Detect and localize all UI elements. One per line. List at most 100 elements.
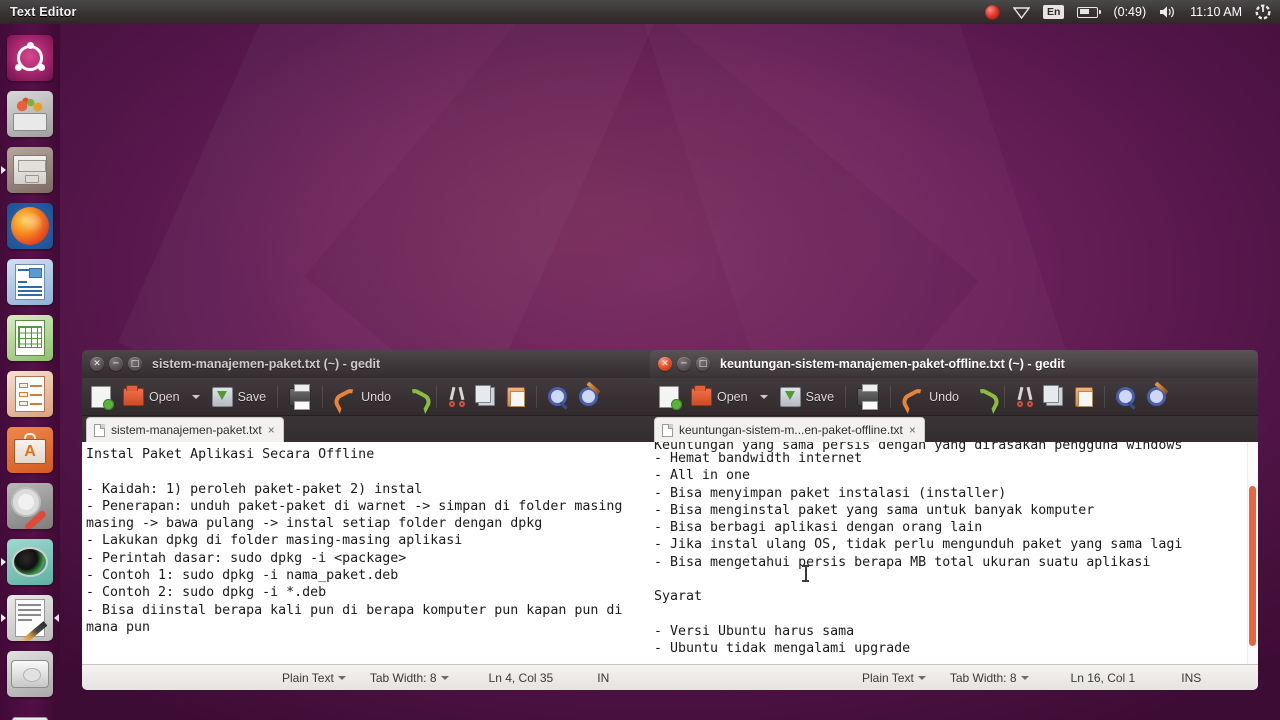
vertical-scrollbar-thumb[interactable]	[1249, 486, 1256, 646]
close-icon[interactable]: ✕	[90, 357, 104, 371]
find-replace-icon	[578, 387, 598, 406]
volume-icon[interactable]	[1157, 0, 1179, 24]
chevron-down-icon	[337, 675, 346, 680]
find-replace-button[interactable]	[1142, 381, 1171, 413]
window-right-toolbar: Open Save Undo	[650, 378, 1258, 416]
toolbar-separator	[435, 385, 437, 408]
tab-width-selector[interactable]: Tab Width: 8	[950, 671, 1029, 685]
redo-button[interactable]	[966, 381, 998, 413]
undo-label: Undo	[361, 389, 391, 404]
battery-icon[interactable]	[1075, 0, 1102, 24]
copy-button[interactable]	[1041, 381, 1068, 413]
new-document-button[interactable]	[654, 381, 684, 413]
sidebar-item-ubuntu-dash[interactable]	[0, 30, 60, 86]
gedit-window-right[interactable]: ✕ ─ □ keuntungan-sistem-manajemen-paket-…	[650, 350, 1258, 690]
gear-wrench-icon	[7, 483, 53, 529]
sidebar-item-gedit[interactable]	[0, 590, 60, 646]
keyboard-layout-indicator[interactable]: En	[1041, 0, 1066, 24]
hard-disk-icon	[7, 651, 53, 697]
print-button[interactable]	[284, 381, 316, 413]
sidebar-item-trash[interactable]	[0, 704, 60, 720]
toolbar-separator	[535, 385, 537, 408]
language-selector[interactable]: Plain Text	[862, 671, 926, 685]
toolbar-separator	[1103, 385, 1105, 408]
tab-close-icon[interactable]: ×	[909, 424, 916, 436]
find-button[interactable]	[543, 381, 572, 413]
save-button[interactable]: Save	[775, 381, 840, 413]
chevron-down-icon	[1020, 675, 1029, 680]
sidebar-item-software-center[interactable]: A	[0, 422, 60, 478]
new-document-button[interactable]	[86, 381, 116, 413]
unity-launcher: A	[0, 24, 60, 720]
sidebar-item-firefox[interactable]	[0, 198, 60, 254]
find-icon	[1115, 387, 1135, 406]
sidebar-item-screenshot-tool[interactable]	[0, 534, 60, 590]
sidebar-item-nautilus[interactable]	[0, 142, 60, 198]
maximize-icon[interactable]: □	[128, 357, 142, 371]
tab-close-icon[interactable]: ×	[268, 424, 275, 436]
window-right-buttons: ✕ ─ □	[658, 357, 710, 371]
document-pencil-icon	[7, 595, 53, 641]
clock-indicator[interactable]: 11:10 AM	[1188, 0, 1244, 24]
tab-label: keuntungan-sistem-m...en-paket-offline.t…	[679, 423, 903, 437]
close-icon[interactable]: ✕	[658, 357, 672, 371]
document-icon	[662, 423, 673, 437]
language-selector[interactable]: Plain Text	[282, 671, 346, 685]
wifi-icon[interactable]	[1011, 0, 1032, 24]
text-cursor-icon	[802, 565, 809, 582]
paste-icon	[1074, 386, 1093, 407]
minimize-icon[interactable]: ─	[109, 357, 123, 371]
cursor-position: Ln 16, Col 1	[1070, 670, 1136, 685]
find-button[interactable]	[1111, 381, 1140, 413]
open-label: Open	[717, 389, 748, 404]
undo-button[interactable]: Undo	[897, 381, 964, 413]
undo-button[interactable]: Undo	[329, 381, 396, 413]
sidebar-item-files-app[interactable]	[0, 86, 60, 142]
gear-power-icon[interactable]	[1253, 0, 1273, 24]
paste-button[interactable]	[502, 381, 530, 413]
maximize-icon[interactable]: □	[696, 357, 710, 371]
window-left-editor[interactable]: Instal Paket Aplikasi Secara Offline - K…	[82, 442, 660, 664]
sidebar-item-system-settings[interactable]	[0, 478, 60, 534]
find-replace-icon	[1146, 387, 1166, 406]
chevron-down-icon	[917, 675, 926, 680]
sidebar-item-libreoffice-calc[interactable]	[0, 310, 60, 366]
undo-icon	[334, 389, 356, 405]
gedit-window-left[interactable]: ✕ ─ □ sistem-manajemen-paket.txt (~) - g…	[82, 350, 660, 690]
paste-button[interactable]	[1070, 381, 1098, 413]
copy-icon	[1042, 385, 1063, 406]
record-dot-icon[interactable]	[983, 0, 1002, 24]
open-dropdown-button[interactable]	[755, 381, 773, 413]
save-button[interactable]: Save	[207, 381, 272, 413]
open-folder-icon	[123, 384, 144, 406]
window-right-titlebar[interactable]: ✕ ─ □ keuntungan-sistem-manajemen-paket-…	[650, 350, 1258, 378]
find-icon	[547, 387, 567, 406]
window-right-editor[interactable]: Keuntungan yang sama persis dengan yang …	[650, 442, 1258, 664]
copy-button[interactable]	[473, 381, 500, 413]
window-left-buttons: ✕ ─ □	[90, 357, 142, 371]
editor-text: Instal Paket Aplikasi Secara Offline - K…	[86, 447, 623, 635]
panel-app-title[interactable]: Text Editor	[10, 5, 77, 19]
window-left-tabstrip: sistem-manajemen-paket.txt ×	[82, 416, 660, 442]
cut-button[interactable]	[443, 381, 471, 413]
window-left-titlebar[interactable]: ✕ ─ □ sistem-manajemen-paket.txt (~) - g…	[82, 350, 660, 378]
find-replace-button[interactable]	[574, 381, 603, 413]
print-button[interactable]	[852, 381, 884, 413]
toolbar-separator	[1003, 385, 1005, 408]
tab-keuntungan-sistem-manajemen-paket-offline[interactable]: keuntungan-sistem-m...en-paket-offline.t…	[654, 417, 925, 442]
tab-width-selector[interactable]: Tab Width: 8	[370, 671, 449, 685]
tab-sistem-manajemen-paket[interactable]: sistem-manajemen-paket.txt ×	[86, 417, 284, 442]
minimize-icon[interactable]: ─	[677, 357, 691, 371]
sidebar-item-disk-drive[interactable]	[0, 646, 60, 702]
toolbar-separator	[277, 385, 279, 408]
cut-icon	[1016, 387, 1034, 407]
open-button[interactable]: Open	[118, 381, 185, 413]
redo-icon	[971, 389, 993, 405]
open-dropdown-button[interactable]	[187, 381, 205, 413]
cut-icon	[448, 387, 466, 407]
open-button[interactable]: Open	[686, 381, 753, 413]
cut-button[interactable]	[1011, 381, 1039, 413]
sidebar-item-libreoffice-impress[interactable]	[0, 366, 60, 422]
redo-button[interactable]	[398, 381, 430, 413]
sidebar-item-libreoffice-writer[interactable]	[0, 254, 60, 310]
